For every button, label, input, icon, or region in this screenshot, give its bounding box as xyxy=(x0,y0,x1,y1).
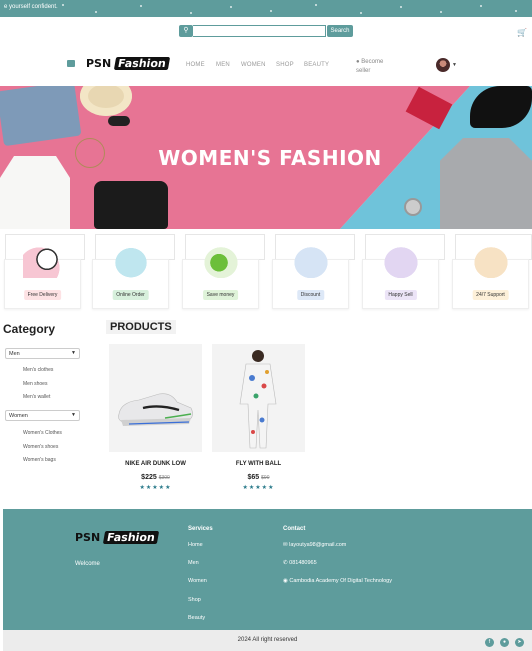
product-price: $225 $300 xyxy=(141,474,170,481)
footer-link-men[interactable]: Men xyxy=(188,560,199,566)
footer-link-beauty[interactable]: Beauty xyxy=(188,615,205,621)
category-item[interactable]: Men's clothes xyxy=(23,367,53,373)
announcement-bar: e yourself confident. xyxy=(0,0,532,17)
footer-link-shop[interactable]: Shop xyxy=(188,597,201,603)
phone-icon: ✆ xyxy=(283,560,288,566)
category-item[interactable]: Women's bags xyxy=(23,457,56,463)
category-item[interactable]: Women's shoes xyxy=(23,444,58,450)
contact-email[interactable]: ✉ layoutya98@gmail.com xyxy=(283,542,346,548)
feature-label: 24/7 Support xyxy=(472,290,509,300)
rating-stars: ★★★★★ xyxy=(139,485,172,491)
nav-women[interactable]: WOMEN xyxy=(241,62,266,68)
product-image-outfit[interactable] xyxy=(212,344,305,452)
handbag-image xyxy=(94,181,168,229)
chevron-down-icon[interactable]: ▼ xyxy=(452,62,457,68)
contact-phone[interactable]: ✆ 081480965 xyxy=(283,560,317,566)
hero-title: WOMEN'S FASHION xyxy=(158,146,382,170)
support-icon xyxy=(471,244,511,278)
category-item[interactable]: Women's Clothes xyxy=(23,430,62,436)
delivery-icon xyxy=(23,244,63,278)
search-button[interactable]: Search xyxy=(327,25,353,37)
product-price: $65 $90 xyxy=(247,474,270,481)
category-select-women[interactable]: Women ▼ xyxy=(5,410,80,421)
category-select-men[interactable]: Men ▼ xyxy=(5,348,80,359)
watch-image xyxy=(404,198,422,216)
avatar[interactable] xyxy=(436,58,450,72)
rating-stars: ★★★★★ xyxy=(242,485,275,491)
store-icon xyxy=(67,60,75,67)
feature-card-support[interactable]: 24/7 Support xyxy=(452,244,529,309)
facebook-icon[interactable]: f xyxy=(485,638,494,647)
footer-welcome: Welcome xyxy=(75,561,100,567)
coat-image xyxy=(440,138,532,229)
feature-card-free-delivery[interactable]: Free Delivery xyxy=(4,244,81,309)
footer: PSN Fashion Welcome Services Home Men Wo… xyxy=(3,509,532,630)
product-name: FLY WITH BALL xyxy=(235,461,282,467)
footer-bottom: 2024 All right reserved xyxy=(3,630,532,651)
discount-icon xyxy=(291,244,331,278)
happy-sell-icon xyxy=(381,244,421,278)
online-order-icon xyxy=(111,244,151,278)
brand-logo[interactable]: PSN Fashion xyxy=(86,57,171,70)
chevron-down-icon: ▼ xyxy=(71,350,76,356)
feature-label: Save money xyxy=(202,290,239,300)
nav-shop[interactable]: SHOP xyxy=(276,62,294,68)
feature-card-happy-sell[interactable]: Happy Sell xyxy=(362,244,439,309)
search-input[interactable] xyxy=(193,25,326,37)
cart-icon[interactable]: 🛒 xyxy=(517,28,527,37)
category-title: Category xyxy=(3,322,56,336)
nav-beauty[interactable]: BEAUTY xyxy=(304,62,329,68)
feature-label: Happy Sell xyxy=(384,290,417,300)
nav-home[interactable]: HOME xyxy=(186,62,205,68)
footer-link-home[interactable]: Home xyxy=(188,542,203,548)
category-item[interactable]: Men shoes xyxy=(23,381,47,387)
product-card[interactable]: FLY WITH BALL $65 $90 ★★★★★ xyxy=(212,344,307,499)
feature-card-discount[interactable]: Discount xyxy=(272,244,349,309)
search-icon[interactable]: ⚲ xyxy=(179,25,193,37)
footer-link-women[interactable]: Women xyxy=(188,578,207,584)
become-seller-link[interactable]: ● Become seller xyxy=(356,58,396,76)
telegram-icon[interactable]: ➤ xyxy=(515,638,524,647)
category-item[interactable]: Men's wallet xyxy=(23,394,50,400)
contact-address: ◉ Cambodia Academy Of Digital Technology xyxy=(283,578,392,584)
products-title: PRODUCTS xyxy=(106,320,176,334)
chevron-down-icon: ▼ xyxy=(71,412,76,418)
nav-men[interactable]: MEN xyxy=(216,62,230,68)
product-image-sneaker[interactable] xyxy=(109,344,202,452)
feature-card-online-order[interactable]: Online Order xyxy=(92,244,169,309)
contact-title: Contact xyxy=(283,526,306,532)
feature-card-save-money[interactable]: Save money xyxy=(182,244,259,309)
footer-logo[interactable]: PSN Fashion xyxy=(75,531,160,544)
product-card[interactable]: NIKE AIR DUNK LOW $225 $300 ★★★★★ xyxy=(109,344,204,499)
feature-label: Discount xyxy=(296,290,325,300)
mail-icon: ✉ xyxy=(283,542,288,548)
piggy-bank-icon xyxy=(201,244,241,278)
product-name: NIKE AIR DUNK LOW xyxy=(125,461,186,467)
announcement-text: e yourself confident. xyxy=(4,4,58,10)
sunglasses-image xyxy=(108,116,130,126)
user-icon: ● xyxy=(356,59,360,65)
messenger-icon[interactable]: ● xyxy=(500,638,509,647)
feature-label: Online Order xyxy=(112,290,149,300)
location-icon: ◉ xyxy=(283,578,288,584)
shirt-image xyxy=(0,156,70,229)
feature-label: Free Delivery xyxy=(23,290,62,300)
necklace-image xyxy=(75,138,105,168)
copyright-text: 2024 All right reserved xyxy=(237,637,298,643)
services-title: Services xyxy=(188,526,213,532)
